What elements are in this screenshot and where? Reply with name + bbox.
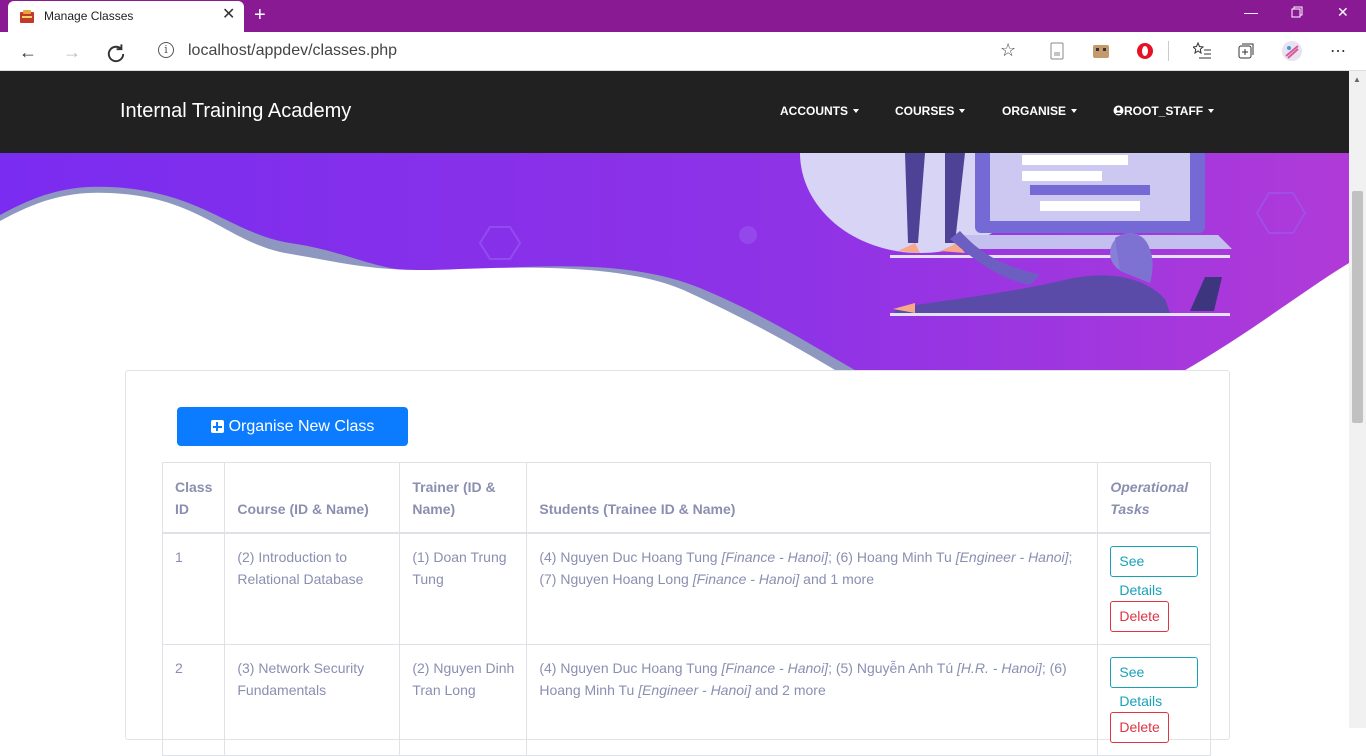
see-details-button[interactable]: See Details: [1110, 545, 1199, 598]
students-more: and 1 more: [799, 570, 875, 587]
favorite-star-icon[interactable]: ☆: [1000, 40, 1016, 61]
opera-vpn-icon[interactable]: [1136, 42, 1154, 60]
scrollbar-thumb[interactable]: [1352, 191, 1363, 423]
student-dept: [Finance - Hanoi]: [721, 659, 829, 676]
student-dept: [Engineer - Hanoi]: [638, 681, 752, 698]
caret-down-icon: [853, 109, 859, 113]
caret-down-icon: [1071, 109, 1078, 113]
browser-toolbar: ← → i localhost/appdev/classes.php ☆ ⋯: [0, 32, 1366, 71]
cell-course: (3) Network Security Fundamentals: [224, 643, 401, 756]
cell-students: (4) Nguyen Duc Hoang Tung [Finance - Han…: [526, 532, 1099, 645]
plus-square-icon: [210, 420, 224, 433]
classes-table: Class ID Course (ID & Name) Trainer (ID …: [161, 462, 1212, 756]
student-separator: ;: [828, 548, 836, 565]
caret-down-icon: [1208, 109, 1215, 113]
forward-arrow-icon[interactable]: →: [60, 40, 84, 64]
delete-button[interactable]: Delete: [1110, 600, 1169, 632]
scroll-up-arrow-icon[interactable]: ▲: [1353, 75, 1361, 84]
cell-class-id: 2: [161, 643, 226, 756]
menu-courses-label: COURSES: [895, 104, 955, 118]
tab-title: Manage Classes: [44, 9, 134, 23]
toolbar-divider: [1168, 41, 1169, 61]
student-name: (4) Nguyen Duc Hoang Tung: [539, 659, 722, 676]
url-text[interactable]: localhost/appdev/classes.php: [188, 42, 397, 60]
back-arrow-icon[interactable]: ←: [16, 40, 40, 64]
menu-organise-label: ORGANISE: [1002, 104, 1067, 118]
minimize-icon[interactable]: —: [1244, 4, 1258, 20]
header-course: Course (ID & Name): [224, 462, 401, 534]
organise-new-class-label: Organise New Class: [228, 417, 375, 435]
table-row: 1 (2) Introduction to Relational Databas…: [161, 532, 1212, 645]
menu-user[interactable]: ROOT_STAFF: [1113, 104, 1215, 118]
header-trainer: Trainer (ID & Name): [399, 462, 528, 534]
address-bar[interactable]: i localhost/appdev/classes.php ☆: [144, 36, 1028, 66]
favorites-icon[interactable]: [1193, 42, 1211, 60]
student-name: (6) Hoang Minh Tu: [835, 548, 956, 565]
table-row: 2 (3) Network Security Fundamentals (2) …: [161, 643, 1212, 756]
browser-tab[interactable]: Manage Classes ✕: [8, 1, 244, 32]
browser-titlebar: Manage Classes ✕ + — ✕: [0, 0, 1366, 32]
extension-icon[interactable]: [1092, 42, 1110, 60]
hero-banner: [0, 153, 1349, 373]
organise-new-class-button[interactable]: Organise New Class: [177, 407, 408, 446]
student-name: (7) Nguyen Hoang Long: [539, 570, 693, 587]
collections-icon[interactable]: [1237, 42, 1255, 60]
header-students: Students (Trainee ID & Name): [526, 462, 1099, 534]
student-separator: ;: [828, 659, 836, 676]
restore-icon[interactable]: [1291, 6, 1303, 18]
see-details-button[interactable]: See Details: [1110, 656, 1199, 709]
more-options-icon[interactable]: ⋯: [1326, 40, 1350, 64]
user-circle-icon: [1113, 105, 1124, 116]
site-info-icon[interactable]: i: [158, 42, 174, 58]
page-scrollbar[interactable]: ▲: [1349, 71, 1366, 728]
student-separator: ;: [1068, 548, 1073, 565]
reading-view-icon[interactable]: [1048, 42, 1066, 60]
site-brand[interactable]: Internal Training Academy: [120, 100, 351, 123]
menu-accounts[interactable]: ACCOUNTS: [780, 104, 859, 118]
student-dept: [Engineer - Hanoi]: [955, 548, 1069, 565]
cell-trainer: (1) Doan Trung Tung: [399, 532, 528, 645]
menu-user-label: ROOT_STAFF: [1124, 104, 1204, 118]
cell-students: (4) Nguyen Duc Hoang Tung [Finance - Han…: [526, 643, 1099, 756]
profile-avatar-icon[interactable]: [1281, 40, 1303, 62]
refresh-icon[interactable]: [104, 42, 128, 66]
students-more: and 2 more: [751, 681, 826, 698]
menu-accounts-label: ACCOUNTS: [780, 104, 848, 118]
delete-button[interactable]: Delete: [1110, 711, 1169, 743]
cell-operational-tasks: See Details Delete: [1097, 532, 1212, 645]
student-name: (5) Nguyễn Anh Tú: [835, 659, 958, 676]
cell-trainer: (2) Nguyen Dinh Tran Long: [399, 643, 528, 756]
hero-illustration: [0, 153, 1349, 373]
cell-class-id: 1: [161, 532, 226, 645]
cell-operational-tasks: See Details Delete: [1097, 643, 1212, 756]
close-window-icon[interactable]: ✕: [1337, 4, 1349, 20]
close-tab-icon[interactable]: ✕: [222, 7, 235, 23]
header-class-id: Class ID: [161, 462, 226, 534]
menu-organise[interactable]: ORGANISE: [1002, 104, 1078, 118]
site-navbar: Internal Training Academy ACCOUNTS COURS…: [0, 71, 1349, 153]
caret-down-icon: [959, 109, 966, 113]
student-name: (4) Nguyen Duc Hoang Tung: [539, 548, 722, 565]
table-header-row: Class ID Course (ID & Name) Trainer (ID …: [161, 462, 1212, 534]
site-favicon-icon: [20, 10, 34, 23]
student-separator: ;: [1041, 659, 1050, 676]
new-tab-icon[interactable]: +: [254, 4, 266, 26]
cell-course: (2) Introduction to Relational Database: [224, 532, 401, 645]
student-dept: [Finance - Hanoi]: [692, 570, 800, 587]
student-dept: [H.R. - Hanoi]: [957, 659, 1042, 676]
student-dept: [Finance - Hanoi]: [721, 548, 829, 565]
menu-courses[interactable]: COURSES: [895, 104, 966, 118]
header-operational-tasks: Operational Tasks: [1097, 462, 1212, 534]
